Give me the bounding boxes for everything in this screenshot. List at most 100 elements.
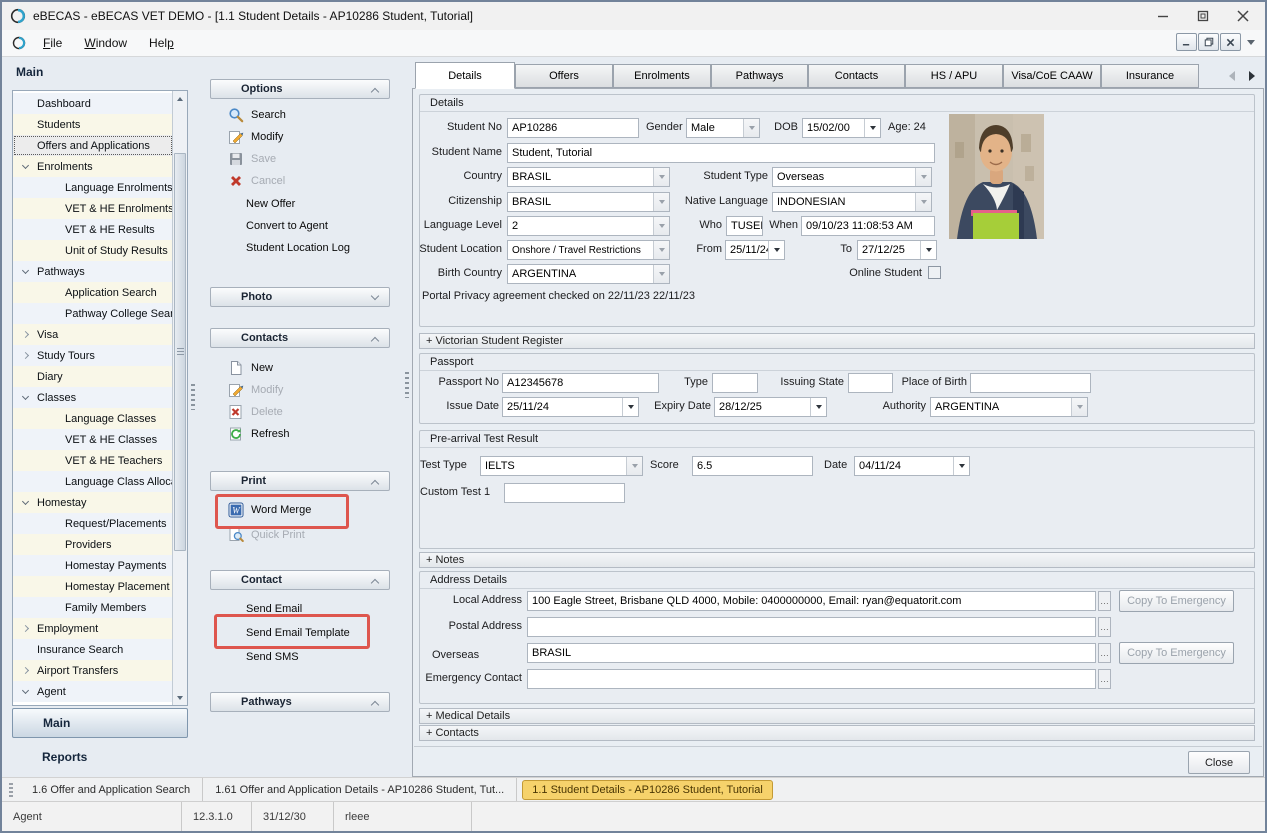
restore-button[interactable] [1183, 2, 1223, 30]
send-email-button[interactable]: Send Email [210, 598, 390, 620]
sidebar-item-vet-he-classes[interactable]: VET & HE Classes [13, 429, 173, 450]
student-name-field[interactable]: Student, Tutorial [507, 143, 935, 163]
sidebar-item-language-class-allocation[interactable]: Language Class Allocat [13, 471, 173, 492]
menu-file[interactable]: File [32, 36, 73, 50]
notes-bar[interactable]: + Notes [419, 552, 1255, 568]
options-panel-header[interactable]: Options [210, 79, 390, 99]
tab-enrolments[interactable]: Enrolments [613, 64, 711, 88]
mdi-close-button[interactable] [1220, 33, 1241, 51]
chevron-down-icon[interactable] [1071, 398, 1087, 416]
score-field[interactable]: 6.5 [692, 456, 813, 476]
scroll-down-icon[interactable] [173, 690, 187, 705]
sidebar-item-homestay-payments[interactable]: Homestay Payments [13, 555, 173, 576]
menu-help[interactable]: Help [138, 36, 185, 50]
sidebar-item-request-placements[interactable]: Request/Placements [13, 513, 173, 534]
chevron-down-icon[interactable] [768, 241, 784, 259]
overseas-ellipsis-button[interactable]: … [1098, 643, 1111, 663]
copy-local-to-emergency-button[interactable]: Copy To Emergency [1119, 590, 1234, 612]
custom-test-field[interactable] [504, 483, 625, 503]
word-merge-button[interactable]: WWord Merge [210, 499, 390, 521]
gender-select[interactable]: Male [686, 118, 760, 138]
contact-refresh-button[interactable]: Refresh [210, 423, 390, 445]
contact-modify-button[interactable]: Modify [210, 379, 390, 401]
quick-print-button[interactable]: Quick Print [210, 524, 390, 546]
tab-pathways[interactable]: Pathways [711, 64, 808, 88]
sidebar-item-homestay-placement[interactable]: Homestay Placement C [13, 576, 173, 597]
passport-type-field[interactable] [712, 373, 758, 393]
chevron-down-icon[interactable] [626, 457, 642, 475]
chevron-down-icon[interactable] [653, 168, 669, 186]
tab-insurance[interactable]: Insurance [1101, 64, 1199, 88]
from-datepicker[interactable]: 25/11/24 [725, 240, 785, 260]
chevron-down-icon[interactable] [953, 457, 969, 475]
language-level-select[interactable]: 2 [507, 216, 670, 236]
sidebar-item-offers-and-applications[interactable]: Offers and Applications [13, 135, 173, 156]
cancel-button[interactable]: Cancel [210, 170, 390, 192]
student-location-select[interactable]: Onshore / Travel Restrictions [507, 240, 670, 260]
mdi-minimize-button[interactable] [1176, 33, 1197, 51]
sidebar-item-agent[interactable]: Agent [13, 681, 173, 702]
new-offer-button[interactable]: New Offer [210, 193, 390, 215]
modify-button[interactable]: Modify [210, 126, 390, 148]
postal-address-ellipsis-button[interactable]: … [1098, 617, 1111, 637]
mdi-restore-button[interactable] [1198, 33, 1219, 51]
tab-scroll-left-button[interactable] [1223, 66, 1241, 86]
native-language-select[interactable]: INDONESIAN [772, 192, 932, 212]
save-button[interactable]: Save [210, 148, 390, 170]
student-no-field[interactable]: AP10286 [507, 118, 639, 138]
sidebar-item-language-enrolments[interactable]: Language Enrolments [13, 177, 173, 198]
pathways-panel-header[interactable]: Pathways [210, 692, 390, 712]
tab-contacts[interactable]: Contacts [808, 64, 905, 88]
postal-address-field[interactable] [527, 617, 1096, 637]
menu-window[interactable]: Window [73, 36, 138, 50]
sidebar-item-homestay[interactable]: Homestay [13, 492, 173, 513]
sidebar-item-employment[interactable]: Employment [13, 618, 173, 639]
mdi-tab-offer-details[interactable]: 1.61 Offer and Application Details - AP1… [203, 778, 517, 802]
chevron-down-icon[interactable] [915, 168, 931, 186]
scroll-up-icon[interactable] [173, 91, 187, 106]
test-type-select[interactable]: IELTS [480, 456, 643, 476]
online-student-checkbox[interactable] [928, 266, 941, 279]
send-sms-button[interactable]: Send SMS [210, 646, 390, 668]
sidebar-item-unit-of-study-results[interactable]: Unit of Study Results [13, 240, 173, 261]
medical-details-bar[interactable]: + Medical Details [419, 708, 1255, 724]
local-address-field[interactable]: 100 Eagle Street, Brisbane QLD 4000, Mob… [527, 591, 1096, 611]
copy-overseas-to-emergency-button[interactable]: Copy To Emergency [1119, 642, 1234, 664]
citizenship-select[interactable]: BRASIL [507, 192, 670, 212]
sidebar-item-students[interactable]: Students [13, 114, 173, 135]
photo-panel-header[interactable]: Photo [210, 287, 390, 307]
place-of-birth-field[interactable] [970, 373, 1091, 393]
tab-offers[interactable]: Offers [515, 64, 613, 88]
drag-grip-icon[interactable] [9, 783, 13, 797]
send-email-template-button[interactable]: Send Email Template [210, 622, 390, 644]
close-window-button[interactable] [1223, 2, 1263, 30]
sidebar-item-application-search[interactable]: Application Search [13, 282, 173, 303]
sidebar-item-providers[interactable]: Providers [13, 534, 173, 555]
test-date-datepicker[interactable]: 04/11/24 [854, 456, 970, 476]
close-button[interactable]: Close [1188, 751, 1250, 774]
tab-hs-apu[interactable]: HS / APU [905, 64, 1003, 88]
student-location-log-button[interactable]: Student Location Log [210, 237, 390, 259]
contacts-bar[interactable]: + Contacts [419, 725, 1255, 741]
print-panel-header[interactable]: Print [210, 471, 390, 491]
chevron-down-icon[interactable] [653, 193, 669, 211]
passport-no-field[interactable]: A12345678 [502, 373, 659, 393]
birth-country-select[interactable]: ARGENTINA [507, 264, 670, 284]
when-field[interactable]: 09/10/23 11:08:53 AM [801, 216, 935, 236]
sidebar-item-vet-he-enrolments[interactable]: VET & HE Enrolments [13, 198, 173, 219]
student-type-select[interactable]: Overseas [772, 167, 932, 187]
convert-to-agent-button[interactable]: Convert to Agent [210, 215, 390, 237]
expiry-date-datepicker[interactable]: 28/12/25 [714, 397, 827, 417]
sidebar-item-classes[interactable]: Classes [13, 387, 173, 408]
chevron-down-icon[interactable] [743, 119, 759, 137]
chevron-down-icon[interactable] [810, 398, 826, 416]
contact-delete-button[interactable]: Delete [210, 401, 390, 423]
tab-scroll-right-button[interactable] [1243, 66, 1261, 86]
issuing-state-field[interactable] [848, 373, 893, 393]
dob-datepicker[interactable]: 15/02/00 [802, 118, 881, 138]
chevron-down-icon[interactable] [864, 119, 880, 137]
sidebar-item-airport-transfers[interactable]: Airport Transfers [13, 660, 173, 681]
sidebar-item-dashboard[interactable]: Dashboard [13, 93, 173, 114]
scrollbar-thumb[interactable] [174, 153, 186, 551]
splitter-handle[interactable] [405, 372, 409, 398]
